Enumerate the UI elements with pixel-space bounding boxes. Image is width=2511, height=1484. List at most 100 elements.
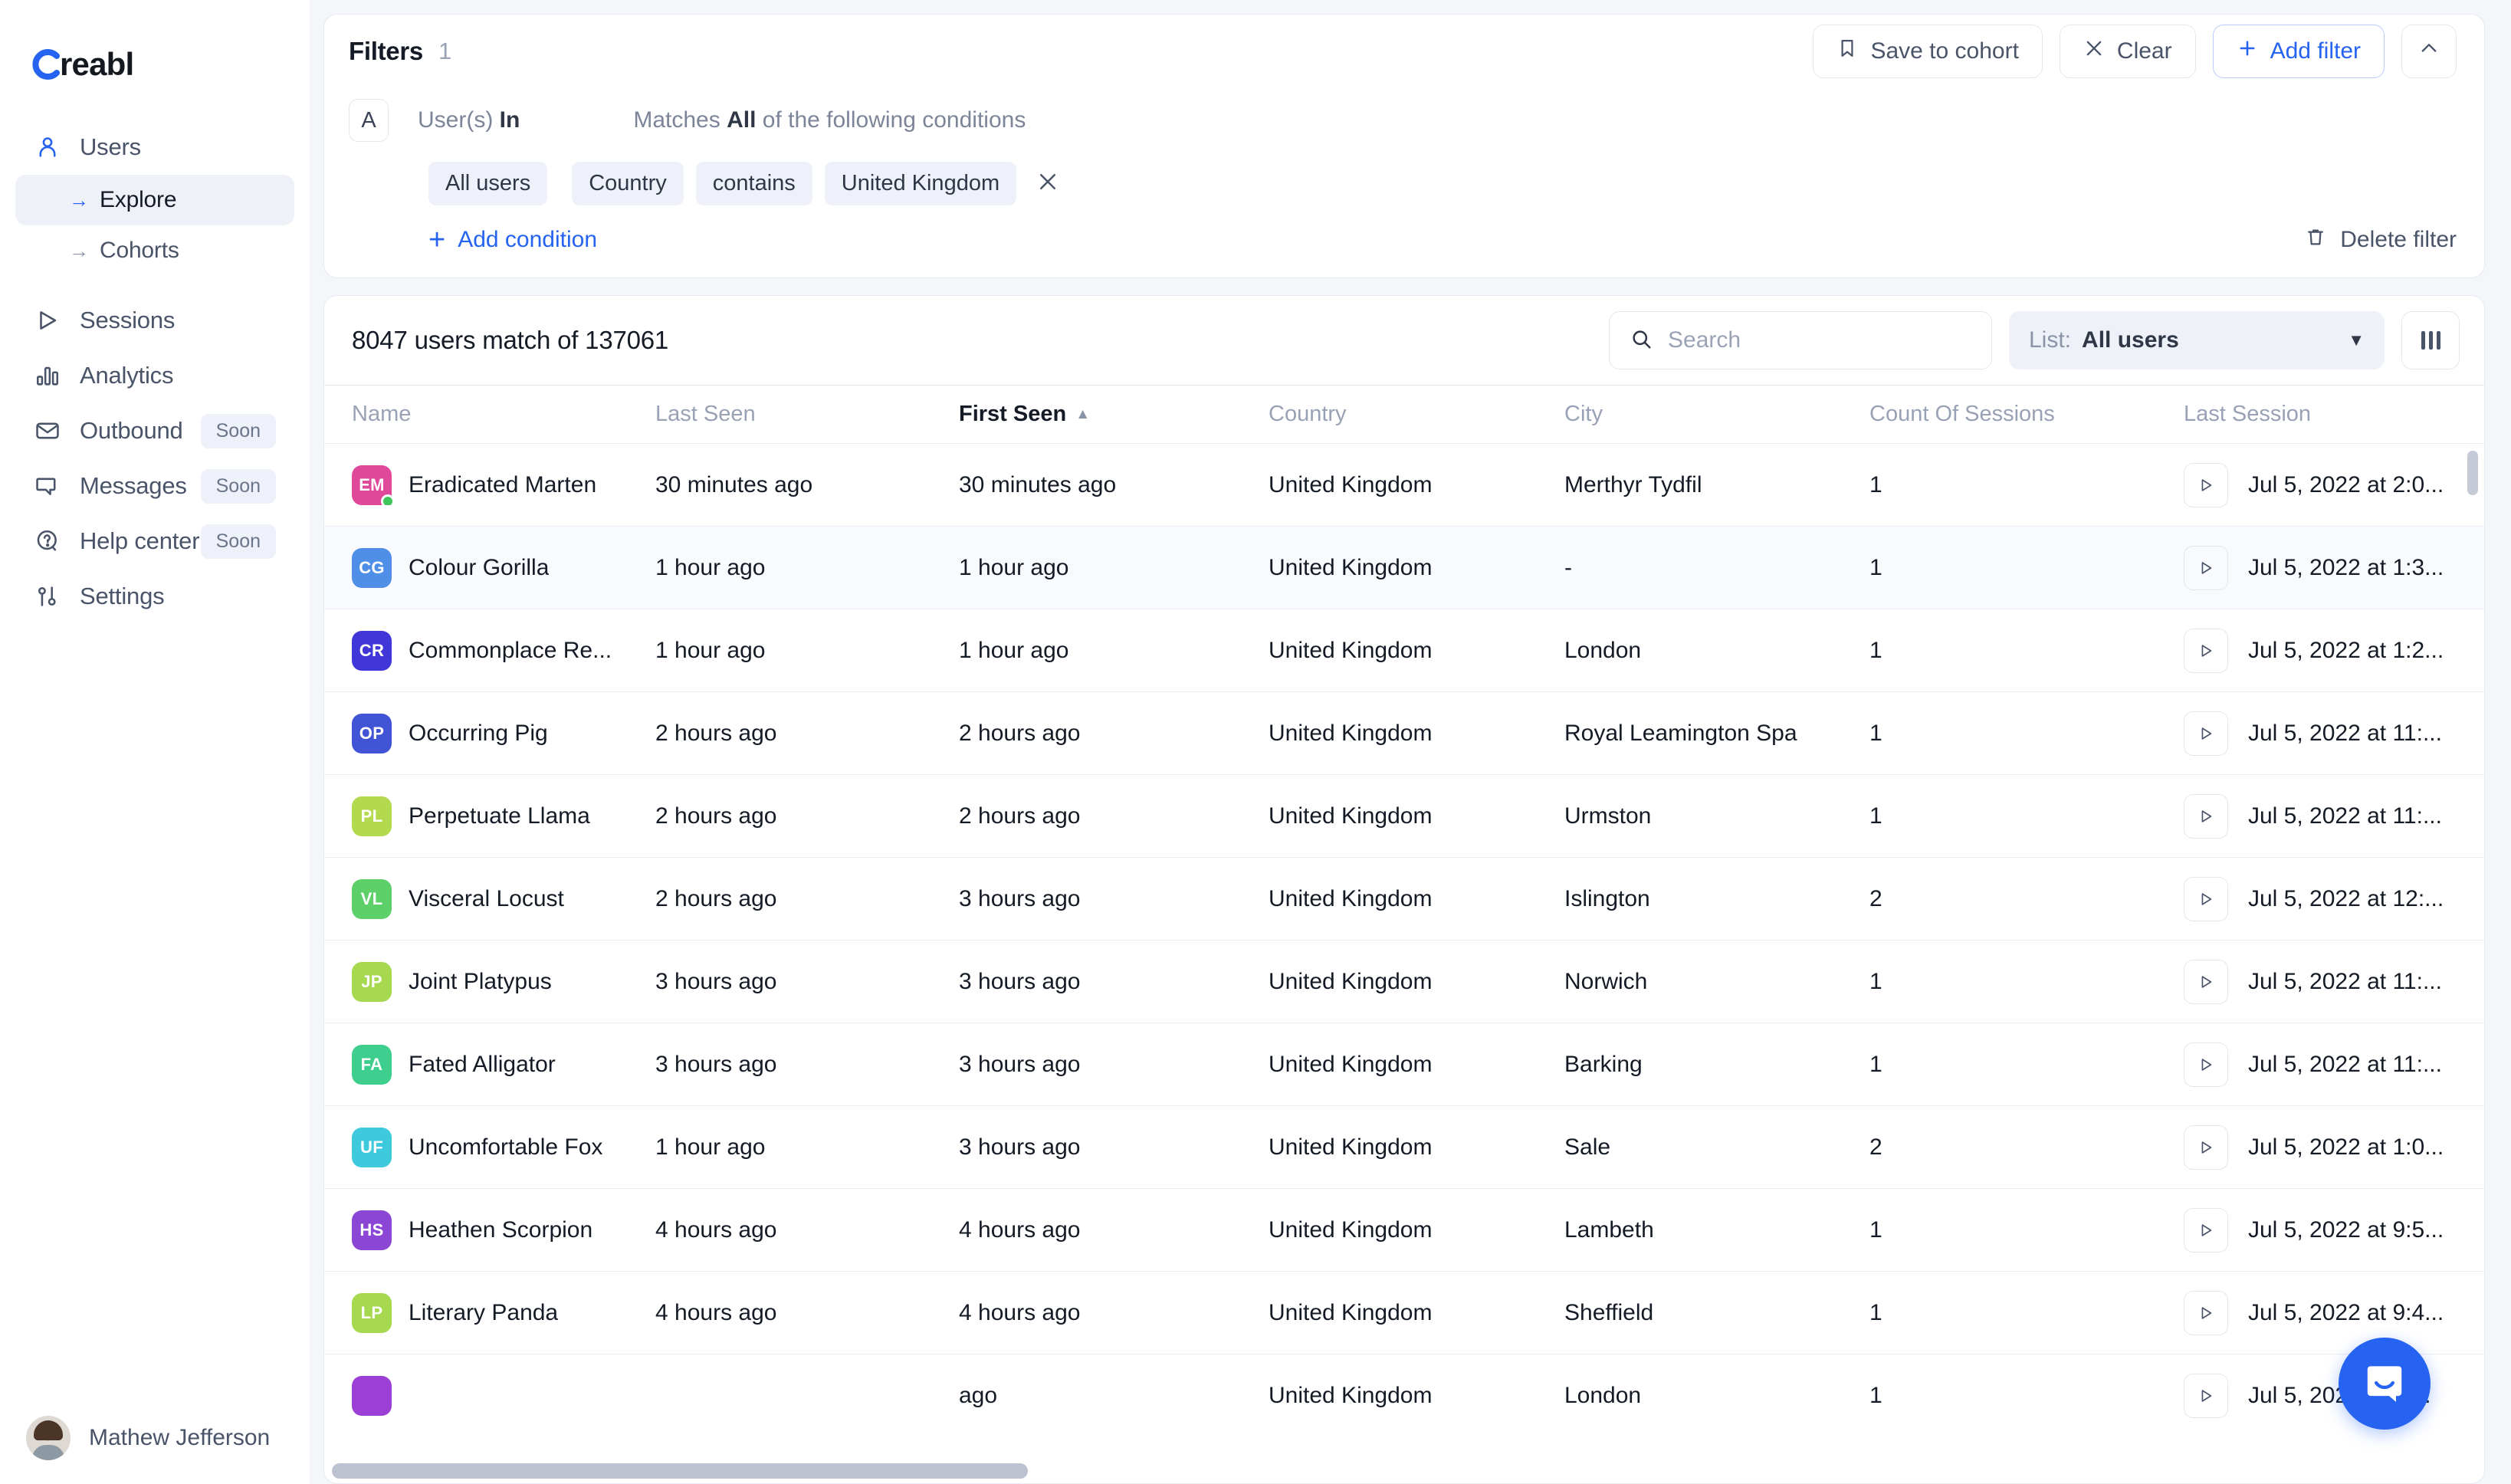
save-to-cohort-button[interactable]: Save to cohort — [1813, 25, 2042, 78]
play-session-button[interactable] — [2184, 794, 2228, 839]
play-session-button[interactable] — [2184, 1125, 2228, 1170]
matches-suffix: of the following conditions — [763, 107, 1026, 133]
table-row[interactable]: UFUncomfortable Fox1 hour ago3 hours ago… — [324, 1105, 2484, 1188]
condition-operator-tag[interactable]: contains — [696, 162, 812, 205]
last-session-date: Jul 5, 2022 at 11:... — [2248, 803, 2442, 829]
cell-count-of-sessions: 1 — [1869, 1052, 2184, 1078]
columns-button[interactable] — [2401, 311, 2460, 369]
vertical-scrollbar-thumb[interactable] — [2467, 451, 2478, 495]
table-row[interactable]: OPOccurring Pig2 hours ago2 hours agoUni… — [324, 691, 2484, 774]
cell-name: LPLiterary Panda — [352, 1293, 655, 1333]
play-session-button[interactable] — [2184, 1291, 2228, 1335]
user-name: Literary Panda — [409, 1300, 558, 1326]
table-row[interactable]: HSHeathen Scorpion4 hours ago4 hours ago… — [324, 1188, 2484, 1271]
column-header-country[interactable]: Country — [1269, 402, 1564, 427]
collapse-filters-button[interactable] — [2401, 25, 2457, 78]
user-avatar: CR — [352, 631, 392, 671]
cell-last-seen: 1 hour ago — [655, 1134, 959, 1161]
cell-count-of-sessions: 1 — [1869, 1300, 2184, 1326]
play-session-button[interactable] — [2184, 711, 2228, 756]
add-condition-button[interactable]: + Add condition — [428, 225, 597, 254]
search-input[interactable] — [1668, 327, 1971, 353]
table-row[interactable]: CGColour Gorilla1 hour ago1 hour agoUnit… — [324, 526, 2484, 609]
sidebar-item-label-sessions: Sessions — [80, 307, 175, 334]
filter-scope-value: In — [500, 107, 520, 133]
play-session-button[interactable] — [2184, 546, 2228, 590]
column-header-city[interactable]: City — [1564, 402, 1869, 427]
column-header-last-seen[interactable]: Last Seen — [655, 402, 959, 427]
clear-filters-button[interactable]: Clear — [2060, 25, 2196, 78]
sidebar-item-outbound[interactable]: Outbound Soon — [15, 403, 294, 458]
table-row[interactable]: FAFated Alligator3 hours ago3 hours agoU… — [324, 1023, 2484, 1105]
cell-country: United Kingdom — [1269, 721, 1564, 747]
cell-last-seen: 2 hours ago — [655, 721, 959, 747]
cell-last-session: Jul 5, 2022 at 2:0... — [2184, 463, 2484, 507]
play-session-button[interactable] — [2184, 877, 2228, 921]
sidebar-item-settings[interactable]: Settings — [15, 569, 294, 624]
sidebar-item-analytics[interactable]: Analytics — [15, 348, 294, 403]
column-header-last-session[interactable]: Last Session — [2184, 402, 2484, 427]
sidebar-item-messages[interactable]: Messages Soon — [15, 458, 294, 514]
arrow-right-icon: → — [69, 190, 89, 210]
cell-last-session: Jul 5, 2022 at 1:2... — [2184, 629, 2484, 673]
column-header-name[interactable]: Name — [352, 402, 655, 427]
sidebar-badge-messages: Soon — [201, 469, 276, 504]
last-session-date: Jul 5, 2022 at 1:0... — [2248, 1134, 2444, 1161]
sidebar-item-label-analytics: Analytics — [80, 362, 173, 389]
sliders-icon — [32, 581, 63, 612]
intercom-launcher-button[interactable] — [2339, 1338, 2431, 1430]
cell-city: Royal Leamington Spa — [1564, 721, 1869, 747]
sidebar-item-users[interactable]: Users — [15, 120, 294, 175]
play-session-button[interactable] — [2184, 1208, 2228, 1253]
condition-value-tag[interactable]: United Kingdom — [825, 162, 1016, 205]
last-session-date: Jul 5, 2022 at 11:... — [2248, 721, 2442, 747]
cell-city: Urmston — [1564, 803, 1869, 829]
cell-first-seen: 1 hour ago — [959, 555, 1269, 581]
remove-condition-icon[interactable] — [1029, 170, 1067, 197]
sidebar-item-cohorts[interactable]: → Cohorts — [15, 225, 294, 276]
search-field[interactable] — [1609, 311, 1992, 369]
brand-name: reabl — [60, 46, 133, 83]
sidebar-profile[interactable]: Mathew Jefferson — [0, 1392, 310, 1484]
add-filter-button[interactable]: Add filter — [2213, 25, 2385, 78]
cell-city: Merthyr Tydfil — [1564, 472, 1869, 498]
user-avatar: UF — [352, 1128, 392, 1167]
play-session-button[interactable] — [2184, 629, 2228, 673]
table-row[interactable]: CRCommonplace Re...1 hour ago1 hour agoU… — [324, 609, 2484, 691]
user-name: Colour Gorilla — [409, 555, 549, 581]
filter-group: A User(s) In Matches All of the followin… — [324, 88, 2484, 277]
user-name: Heathen Scorpion — [409, 1217, 592, 1243]
sidebar-item-explore[interactable]: → Explore — [15, 175, 294, 225]
play-session-button[interactable] — [2184, 960, 2228, 1004]
question-circle-icon — [32, 526, 63, 556]
play-session-button[interactable] — [2184, 1374, 2228, 1418]
play-session-button[interactable] — [2184, 1042, 2228, 1087]
delete-filter-button[interactable]: Delete filter — [2305, 226, 2457, 254]
table-row[interactable]: PLPerpetuate Llama2 hours ago2 hours ago… — [324, 774, 2484, 857]
cell-last-seen: 4 hours ago — [655, 1300, 959, 1326]
column-header-first-seen[interactable]: First Seen▲ — [959, 402, 1269, 427]
list-select[interactable]: List: All users ▼ — [2009, 311, 2385, 369]
audience-tag[interactable]: All users — [428, 162, 547, 205]
filters-panel: Filters 1 Save to cohort Clear — [323, 14, 2485, 278]
cell-first-seen: 4 hours ago — [959, 1300, 1269, 1326]
filter-condition-row: All users Country contains United Kingdo… — [349, 162, 2457, 205]
table-row[interactable]: VLVisceral Locust2 hours ago3 hours agoU… — [324, 857, 2484, 940]
condition-field-tag[interactable]: Country — [572, 162, 684, 205]
plus-icon: + — [428, 225, 445, 254]
sidebar-item-help-center[interactable]: Help center Soon — [15, 514, 294, 569]
table-row[interactable]: LPLiterary Panda4 hours ago4 hours agoUn… — [324, 1271, 2484, 1354]
brand-logo[interactable]: reabl — [0, 0, 310, 84]
column-header-count-of-sessions[interactable]: Count Of Sessions — [1869, 402, 2184, 427]
table-row[interactable]: agoUnited KingdomLondon1Jul 5, 2022 at 9… — [324, 1354, 2484, 1436]
horizontal-scrollbar-thumb[interactable] — [332, 1463, 1028, 1479]
table-row[interactable]: EMEradicated Marten30 minutes ago30 minu… — [324, 443, 2484, 526]
cell-name: VLVisceral Locust — [352, 879, 655, 919]
cell-first-seen: 2 hours ago — [959, 721, 1269, 747]
play-session-button[interactable] — [2184, 463, 2228, 507]
sidebar-item-sessions[interactable]: Sessions — [15, 293, 294, 348]
sidebar-item-label-settings: Settings — [80, 583, 164, 610]
user-avatar — [352, 1376, 392, 1416]
table-row[interactable]: JPJoint Platypus3 hours ago3 hours agoUn… — [324, 940, 2484, 1023]
cell-name: JPJoint Platypus — [352, 962, 655, 1002]
